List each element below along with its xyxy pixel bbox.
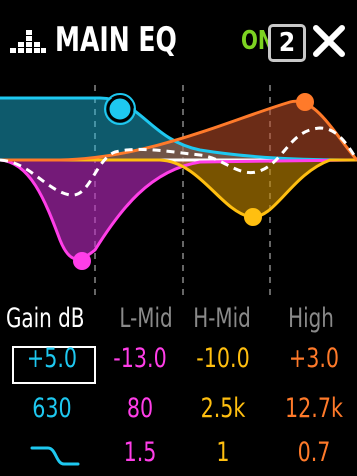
eq-graph[interactable] — [0, 80, 357, 295]
high-gain-value[interactable]: +3.0 — [278, 340, 349, 378]
lmid-gain-value[interactable]: -13.0 — [106, 340, 174, 378]
low-gain-value[interactable]: +5.0 — [13, 340, 91, 378]
hmid-gain-value[interactable]: -10.0 — [186, 340, 259, 378]
high-column-label[interactable]: High — [274, 300, 348, 338]
low-shelf-icon[interactable] — [30, 445, 80, 467]
low-band-handle[interactable] — [106, 95, 134, 123]
lmid-q-value[interactable]: 1.5 — [106, 434, 174, 472]
hmid-column-label[interactable]: H-Mid — [181, 300, 263, 338]
preset-number-badge[interactable]: 2 — [268, 24, 306, 62]
page-title: MAIN EQ — [55, 20, 177, 60]
close-icon[interactable] — [312, 24, 346, 58]
eq-bars-icon — [10, 30, 46, 53]
hmid-q-value[interactable]: 1 — [186, 434, 259, 472]
low-freq-value[interactable]: 630 — [13, 390, 91, 428]
lmid-column-label[interactable]: L-Mid — [105, 300, 187, 338]
hmid-band-handle[interactable] — [244, 208, 262, 226]
high-freq-value[interactable]: 12.7k — [278, 390, 349, 428]
header: MAIN EQ ON 2 — [0, 0, 357, 80]
lmid-band-handle[interactable] — [73, 252, 91, 270]
gain-db-label: Gain dB — [6, 303, 85, 334]
lmid-freq-value[interactable]: 80 — [106, 390, 174, 428]
high-band-handle[interactable] — [296, 93, 314, 111]
high-q-value[interactable]: 0.7 — [278, 434, 349, 472]
hmid-freq-value[interactable]: 2.5k — [186, 390, 259, 428]
